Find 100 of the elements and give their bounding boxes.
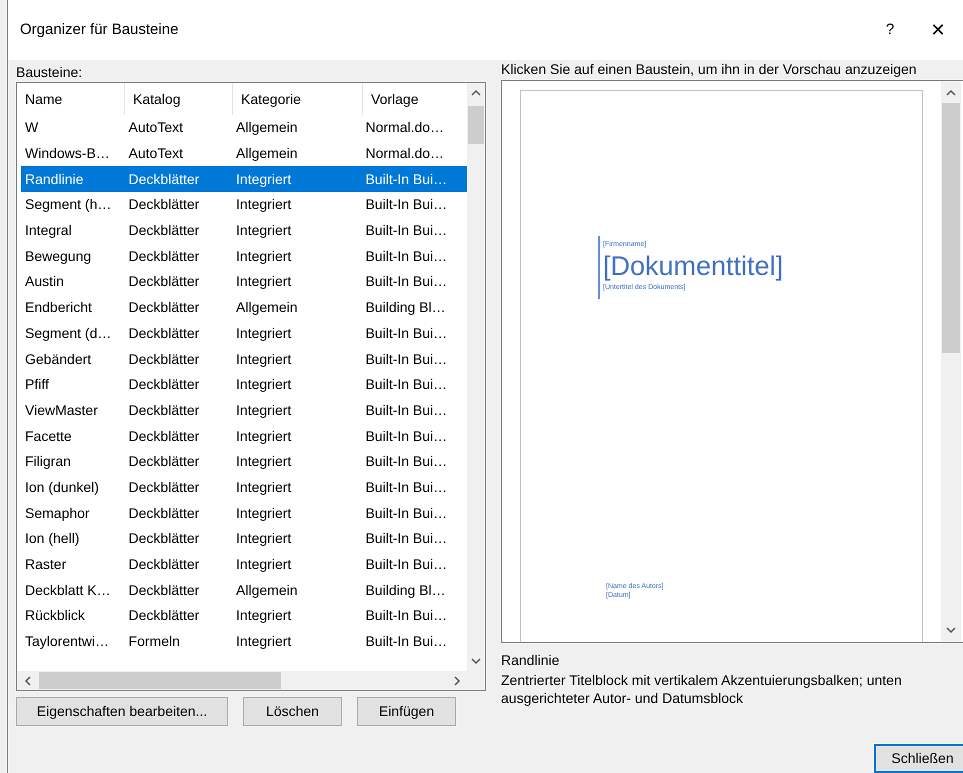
scroll-thumb[interactable]: [39, 672, 281, 689]
list-row[interactable]: Rückblick Deckblätter Integriert Built-In Bui…: [21, 603, 467, 629]
table-cell-text: Built-In Bui…: [364, 350, 448, 369]
list-row[interactable]: Integral Deckblätter Integriert Built-In Bui…: [21, 218, 467, 244]
table-cell-text: Built-In Bui…: [364, 529, 448, 548]
list-row[interactable]: Ion (hell) Deckblätter Integriert Built-In Bui…: [21, 526, 467, 552]
table-cell-text: Built-In Bui…: [364, 400, 448, 420]
table-cell-text: Normal.do…: [364, 144, 446, 164]
table-cell-text: Deckblätter: [128, 170, 200, 189]
table-cell-text: Deckblätter: [128, 426, 200, 446]
table-cell-text: Built-In Bui…: [364, 632, 448, 652]
table-cell-text: Built-In Bui…: [364, 426, 448, 446]
table-cell-text: Deckblätter: [128, 504, 200, 523]
table-cell-text: Semaphor: [24, 504, 91, 523]
list-row[interactable]: Endbericht Deckblätter Allgemein Building Bl…: [21, 294, 467, 320]
table-cell-text: Deckblätter: [128, 580, 200, 600]
document-title: [Dokumenttitel]: [603, 250, 784, 283]
scroll-down-icon[interactable]: [471, 657, 481, 665]
list-row[interactable]: Windows-B… AutoText Allgemein Normal.do…: [21, 140, 467, 166]
table-cell-text: Pfiff: [24, 375, 50, 394]
table-cell-text: Allgemein: [235, 298, 299, 318]
list-row[interactable]: Gebändert Deckblätter Integriert Built-In Bui…: [21, 346, 467, 372]
table-cell-text: Allgemein: [235, 580, 299, 600]
table-cell-text: Integriert: [235, 324, 292, 343]
table-cell-text: Taylorentwi…: [24, 632, 110, 652]
list-row[interactable]: W AutoText Allgemein Normal.do…: [21, 115, 467, 141]
action-button[interactable]: Eigenschaften bearbeiten...: [16, 697, 228, 726]
table-cell-text: Deckblätter: [128, 195, 200, 214]
list-row[interactable]: Deckblatt K… Deckblätter Allgemein Building Bl…: [21, 577, 467, 604]
table-cell-text: Deckblätter: [128, 478, 200, 497]
table-cell-text: Built-In Bui…: [364, 452, 448, 472]
table-cell-text: Allgemein: [235, 144, 299, 164]
table-cell-text: Building Bl…: [364, 298, 447, 318]
table-cell-text: Deckblätter: [128, 272, 200, 292]
table-cell-text: Deckblätter: [128, 298, 200, 318]
table-cell-text: Building Bl…: [364, 580, 447, 600]
scroll-thumb[interactable]: [942, 103, 960, 353]
table-cell-text: Integriert: [235, 170, 292, 189]
table-cell-text: Segment (d…: [24, 324, 112, 343]
horizontal-scrollbar[interactable]: [17, 671, 485, 690]
vertical-scrollbar[interactable]: [941, 81, 961, 642]
list-row[interactable]: Austin Deckblätter Integriert Built-In Bui…: [21, 269, 467, 295]
table-cell-text: Ion (hell): [24, 529, 80, 548]
table-cell-text: Integriert: [235, 195, 292, 214]
table-cell-text: Integriert: [235, 350, 292, 369]
column-header[interactable]: Kategorie: [233, 83, 363, 115]
table-cell-text: Integriert: [235, 452, 292, 472]
list-row[interactable]: Segment (h… Deckblätter Integriert Built-In Bui…: [21, 192, 467, 218]
table-cell-text: Randlinie: [24, 170, 84, 189]
table-cell-text: Deckblätter: [128, 606, 200, 626]
table-cell-text: Integriert: [235, 272, 292, 292]
scroll-thumb[interactable]: [468, 106, 484, 144]
close-button[interactable]: ✕: [913, 10, 963, 50]
table-cell-text: Segment (h…: [24, 195, 112, 214]
column-header[interactable]: Name: [17, 83, 125, 115]
list-row[interactable]: Semaphor Deckblätter Integriert Built-In Bui…: [21, 500, 467, 526]
table-cell-text: Built-In Bui…: [364, 606, 448, 626]
table-cell-text: Integriert: [235, 529, 292, 548]
table-cell-text: Deckblätter: [128, 529, 200, 548]
column-header[interactable]: Katalog: [125, 83, 233, 115]
table-cell-text: Integriert: [235, 504, 292, 523]
scroll-left-icon[interactable]: [24, 676, 32, 686]
list-row[interactable]: Segment (d… Deckblätter Integriert Built-In Bui…: [21, 320, 467, 346]
table-cell-text: Deckblätter: [128, 555, 200, 574]
list-row[interactable]: ViewMaster Deckblätter Integriert Built-In Bui…: [21, 398, 467, 424]
table-cell-text: Built-In Bui…: [364, 504, 448, 523]
table-cell-text: Built-In Bui…: [364, 272, 448, 292]
scroll-right-icon[interactable]: [453, 676, 461, 686]
close-dialog-button[interactable]: Schließen: [874, 744, 963, 773]
table-cell-text: Integriert: [235, 478, 292, 497]
scroll-up-icon[interactable]: [471, 89, 481, 97]
table-cell-text: Allgemein: [235, 118, 299, 138]
list-row[interactable]: Bewegung Deckblätter Integriert Built-In Bui…: [21, 243, 467, 270]
table-cell-text: Deckblätter: [128, 452, 200, 472]
list-row[interactable]: Filigran Deckblätter Integriert Built-In Bui…: [21, 448, 467, 475]
help-button[interactable]: ?: [867, 10, 913, 50]
table-cell-text: Deckblätter: [128, 375, 200, 394]
scroll-up-icon[interactable]: [946, 89, 956, 97]
vertical-scrollbar[interactable]: [467, 83, 485, 671]
table-cell-text: Deckblätter: [128, 324, 200, 343]
list-row[interactable]: Facette Deckblätter Integriert Built-In Bui…: [21, 423, 467, 449]
table-cell-text: Raster: [24, 555, 68, 574]
list-row[interactable]: Randlinie Deckblätter Integriert Built-In Bui…: [21, 166, 467, 192]
table-cell-text: Integriert: [235, 246, 292, 266]
action-button[interactable]: Löschen: [243, 697, 342, 726]
table-cell-text: Ion (dunkel): [24, 478, 100, 497]
list-row[interactable]: Ion (dunkel) Deckblätter Integriert Built-In Bui…: [21, 474, 467, 500]
table-cell-text: Built-In Bui…: [364, 478, 448, 497]
table-cell-text: Built-In Bui…: [364, 246, 448, 266]
action-button[interactable]: Einfügen: [357, 697, 456, 726]
table-cell-text: Deckblätter: [128, 221, 200, 240]
table-cell-text: Integriert: [235, 606, 292, 626]
list-row[interactable]: Pfiff Deckblätter Integriert Built-In Bui…: [21, 372, 467, 398]
list-row[interactable]: Taylorentwi… Formeln Integriert Built-In Bui…: [21, 628, 467, 654]
table-cell-text: Normal.do…: [364, 118, 446, 138]
list-row[interactable]: Raster Deckblätter Integriert Built-In Bui…: [21, 552, 467, 578]
table-cell-text: Austin: [24, 272, 65, 292]
scroll-down-icon[interactable]: [946, 626, 956, 634]
table-cell-text: Deckblatt K…: [24, 580, 112, 600]
table-cell-text: Integriert: [235, 426, 292, 446]
